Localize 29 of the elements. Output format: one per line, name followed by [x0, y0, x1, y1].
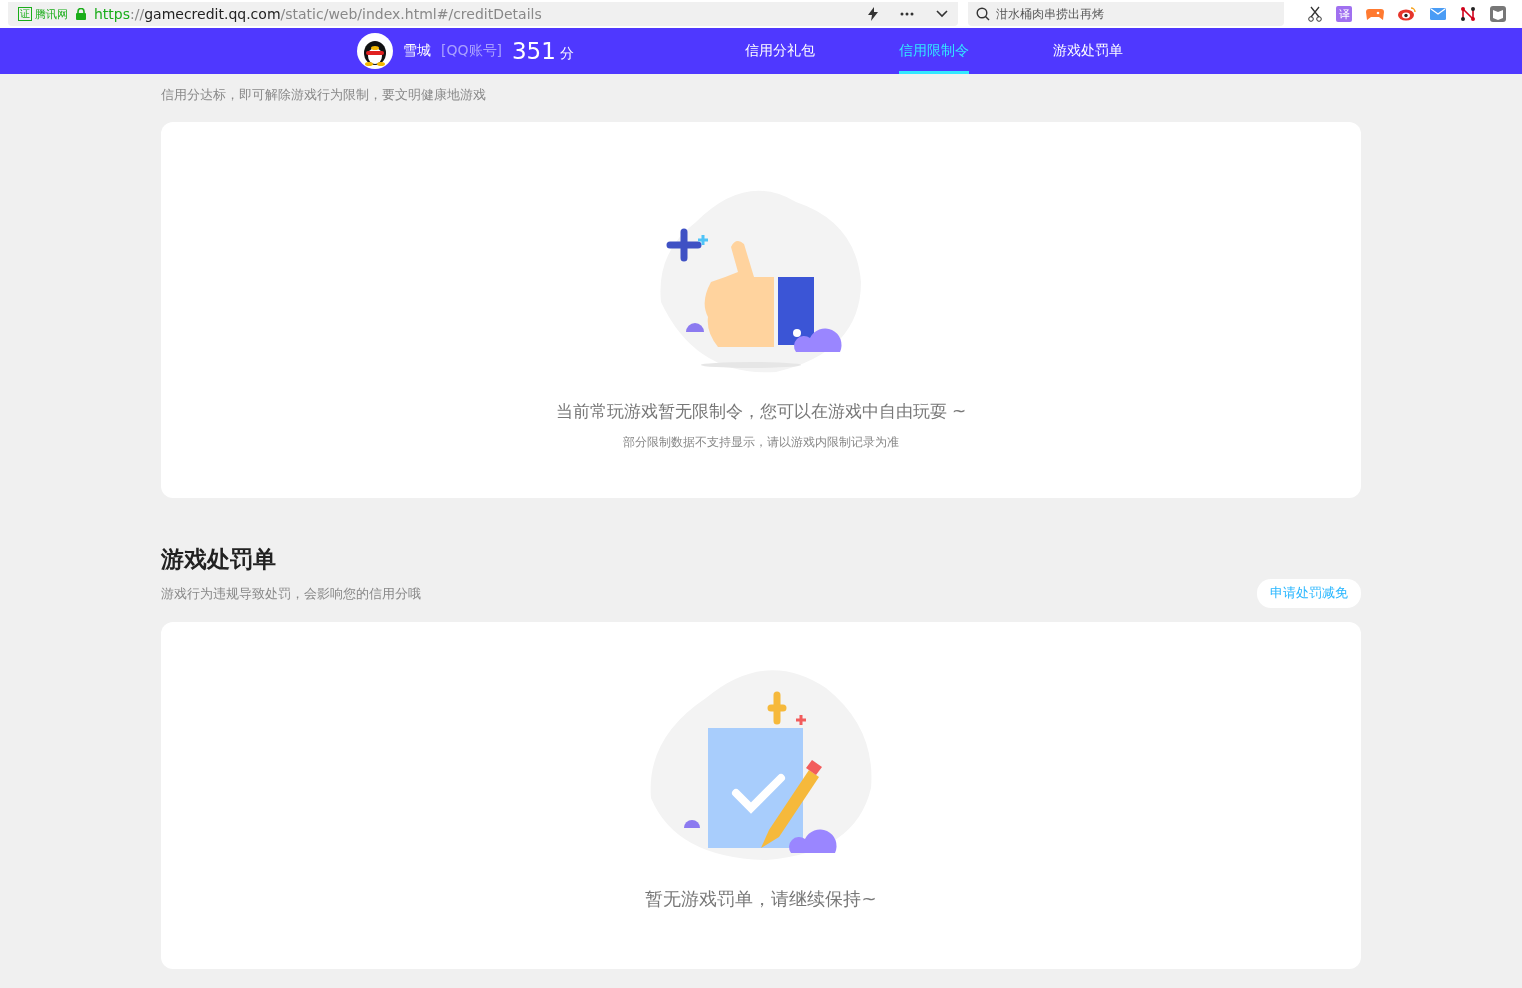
- credit-score: 351: [511, 38, 556, 64]
- url-text[interactable]: https://gamecredit.qq.com/static/web/index.html#/creditDetails: [94, 6, 860, 22]
- empty-message: 当前常玩游戏暂无限制令，您可以在游戏中自由玩耍 ~: [555, 400, 967, 423]
- translate-icon[interactable]: 译: [1336, 6, 1352, 22]
- nav-tab[interactable]: 信用限制令: [899, 28, 969, 74]
- note-text: 部分限制数据不支持显示，请以游戏内限制记录为准: [623, 435, 899, 450]
- empty-message: 暂无游戏罚单，请继续保持~: [645, 887, 877, 911]
- user-name: 雪城: [403, 42, 431, 60]
- section-title: 游戏处罚单: [161, 545, 277, 574]
- section-subtitle: 游戏行为违规导致处罚，会影响您的信用分哦: [161, 584, 421, 603]
- search-field[interactable]: 泔水桶肉串捞出再烤: [968, 2, 1284, 26]
- eye-logo-icon[interactable]: [1398, 7, 1416, 21]
- penguin-avatar-icon: [357, 33, 393, 69]
- nav-tab[interactable]: 游戏处罚单: [1053, 28, 1123, 74]
- account-type: [QQ账号]: [441, 42, 502, 60]
- book-icon[interactable]: [1490, 6, 1506, 22]
- more-icon[interactable]: [900, 12, 914, 16]
- lightning-icon[interactable]: [868, 7, 878, 21]
- lock-icon: [76, 8, 86, 20]
- chevron-down-icon[interactable]: [936, 10, 948, 18]
- scissors-icon[interactable]: [1308, 6, 1322, 22]
- section-subtitle: 信用分达标，即可解除游戏行为限制，要文明健康地游戏: [161, 86, 487, 104]
- score-unit: 分: [559, 44, 574, 63]
- network-icon[interactable]: [1460, 6, 1476, 22]
- nav-tab[interactable]: 信用分礼包: [745, 28, 815, 74]
- mail-icon[interactable]: [1430, 8, 1446, 20]
- search-icon: [976, 7, 990, 21]
- site-badge: 证 腾讯网: [18, 6, 68, 22]
- address-bar[interactable]: 证 腾讯网 https://gamecredit.qq.com/static/web/index.html#/creditDetails: [8, 2, 958, 26]
